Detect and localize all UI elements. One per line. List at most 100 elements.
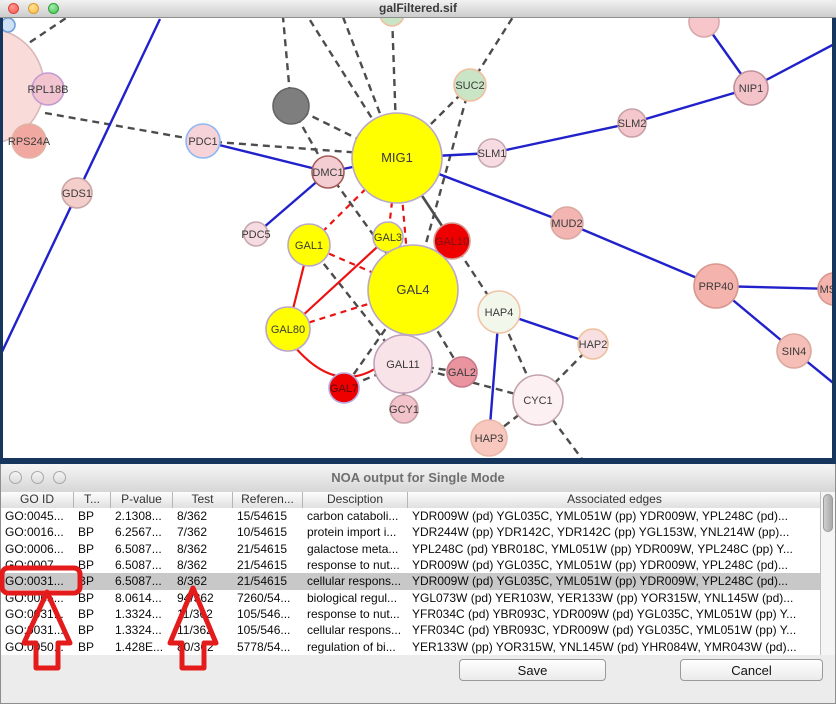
node-circle-RPL18B[interactable]: [32, 73, 64, 105]
node-circle-HAP4[interactable]: [478, 291, 520, 333]
cell: response to nut...: [303, 606, 408, 622]
cell: 21/54615: [233, 573, 303, 589]
cancel-button[interactable]: Cancel: [680, 659, 823, 681]
column-header-pvalue[interactable]: P-value: [111, 492, 173, 508]
node-circle-GAL4[interactable]: [368, 245, 458, 335]
node-GAL7[interactable]: GAL7: [329, 373, 359, 403]
node-circle-MUD2[interactable]: [551, 207, 583, 239]
node-circle-NIP1[interactable]: [734, 71, 768, 105]
node-circle-PDC1[interactable]: [186, 124, 220, 158]
cell: YPL248C (pd) YBR018C, YML051W (pp) YDR00…: [408, 541, 822, 557]
column-header-associatededges[interactable]: Associated edges: [408, 492, 822, 508]
node-circle-SIN4[interactable]: [777, 334, 811, 368]
network-canvas[interactable]: RPL18BRPS24AGDS1PDC1DMC1MIG1SUC2SLM1SLM2…: [3, 18, 832, 458]
node-pink-top[interactable]: [689, 18, 719, 37]
node-circle-GAL2[interactable]: [447, 357, 477, 387]
noa-window-title: NOA output for Single Mode: [1, 464, 835, 492]
table-row-7[interactable]: GO:0031...BP1.3324...11/362105/546...res…: [1, 606, 822, 622]
node-circle-RPS24A[interactable]: [12, 124, 46, 158]
node-circle-green-top[interactable]: [380, 18, 404, 26]
node-GAL2[interactable]: GAL2: [447, 357, 477, 387]
column-header-desciption[interactable]: Desciption: [303, 492, 408, 508]
node-PRP40[interactable]: PRP40: [694, 264, 738, 308]
cell: 8/362: [173, 557, 233, 573]
node-CYC1[interactable]: CYC1: [513, 375, 563, 425]
node-circle-PDC5[interactable]: [244, 222, 268, 246]
vertical-scrollbar[interactable]: [820, 492, 835, 655]
node-SLM2[interactable]: SLM2: [618, 109, 647, 137]
node-NIP1[interactable]: NIP1: [734, 71, 768, 105]
node-circle-pink-top[interactable]: [689, 18, 719, 37]
node-blue-frag[interactable]: [3, 18, 15, 32]
node-green-top[interactable]: [380, 18, 404, 26]
column-header-referen[interactable]: Referen...: [233, 492, 303, 508]
node-circle-GAL1[interactable]: [288, 224, 330, 266]
node-circle-SLM2[interactable]: [618, 109, 646, 137]
network-frame: RPL18BRPS24AGDS1PDC1DMC1MIG1SUC2SLM1SLM2…: [0, 18, 836, 464]
node-circle-MIG1[interactable]: [352, 113, 442, 203]
node-GCY1[interactable]: GCY1: [389, 395, 419, 423]
table-row-4[interactable]: GO:0007...BP6.5087...8/36221/54615respon…: [1, 557, 822, 573]
node-GAL1[interactable]: GAL1: [288, 224, 330, 266]
node-circle-GAL11[interactable]: [374, 335, 432, 393]
network-edge[interactable]: [20, 18, 72, 49]
cell: YDR009W (pd) YGL035C, YML051W (pp) YDR00…: [408, 573, 822, 589]
cell: 21/54615: [233, 557, 303, 573]
cell: 10/54615: [233, 524, 303, 540]
node-circle-HAP3[interactable]: [471, 420, 507, 456]
node-circle-GAL7[interactable]: [329, 373, 359, 403]
cell: GO:0050...: [1, 639, 74, 655]
table-row-2[interactable]: GO:0016...BP6.2567...7/36210/54615protei…: [1, 524, 822, 540]
cell: YER133W (pp) YOR315W, YNL145W (pd) YHR08…: [408, 639, 822, 655]
node-HAP2[interactable]: HAP2: [578, 329, 608, 359]
node-circle-PRP40[interactable]: [694, 264, 738, 308]
cell: GO:0016...: [1, 524, 74, 540]
node-circle-GCY1[interactable]: [390, 395, 418, 423]
node-SIN4[interactable]: SIN4: [777, 334, 811, 368]
node-HAP4[interactable]: HAP4: [478, 291, 520, 333]
table-row-1[interactable]: GO:0045...BP2.1308...8/36215/54615carbon…: [1, 508, 822, 524]
node-circle-gray-node[interactable]: [273, 88, 309, 124]
cell: 11/362: [173, 606, 233, 622]
table-row-5[interactable]: GO:0031...BP6.5087...8/36221/54615cellul…: [1, 573, 822, 589]
node-HAP3[interactable]: HAP3: [471, 420, 507, 456]
node-circle-SLM1[interactable]: [478, 139, 506, 167]
network-edge[interactable]: [45, 113, 203, 141]
node-SLM1[interactable]: SLM1: [478, 139, 507, 167]
node-circle-MSL1[interactable]: [818, 273, 832, 305]
network-edge[interactable]: [492, 123, 632, 153]
scrollbar-thumb[interactable]: [823, 494, 833, 532]
node-MIG1[interactable]: MIG1: [352, 113, 442, 203]
node-circle-HAP2[interactable]: [578, 329, 608, 359]
node-GAL4[interactable]: GAL4: [368, 245, 458, 335]
network-edge[interactable]: [567, 223, 716, 286]
column-header-goid[interactable]: GO ID: [1, 492, 74, 508]
table-row-8[interactable]: GO:0031...BP1.3324...11/362105/546...cel…: [1, 622, 822, 638]
node-SUC2[interactable]: SUC2: [454, 69, 486, 101]
node-GAL80[interactable]: GAL80: [266, 307, 310, 351]
node-MSL1[interactable]: MSL1: [818, 273, 832, 305]
network-edge[interactable]: [632, 88, 751, 123]
node-GDS1[interactable]: GDS1: [62, 178, 92, 208]
node-GAL11[interactable]: GAL11: [374, 335, 432, 393]
node-MUD2[interactable]: MUD2: [551, 207, 583, 239]
node-gray-node[interactable]: [273, 88, 309, 124]
node-DMC1[interactable]: DMC1: [312, 156, 344, 188]
cell: BP: [74, 639, 111, 655]
table-row-3[interactable]: GO:0006...BP6.5087...8/36221/54615galact…: [1, 541, 822, 557]
table-row-9[interactable]: GO:0050...BP1.428E...80/3625778/54...reg…: [1, 639, 822, 655]
node-circle-CYC1[interactable]: [513, 375, 563, 425]
cell: 21/54615: [233, 541, 303, 557]
column-header-t[interactable]: T...: [74, 492, 111, 508]
column-header-test[interactable]: Test: [173, 492, 233, 508]
cell: 94/362: [173, 590, 233, 606]
table-row-6[interactable]: GO:0065...BP8.0614...94/3627260/54...bio…: [1, 590, 822, 606]
network-graph[interactable]: RPL18BRPS24AGDS1PDC1DMC1MIG1SUC2SLM1SLM2…: [3, 18, 832, 458]
node-circle-GDS1[interactable]: [62, 178, 92, 208]
node-circle-blue-frag[interactable]: [3, 18, 15, 32]
node-circle-SUC2[interactable]: [454, 69, 486, 101]
node-circle-GAL80[interactable]: [266, 307, 310, 351]
save-button[interactable]: Save: [459, 659, 606, 681]
node-PDC1[interactable]: PDC1: [186, 124, 220, 158]
node-circle-DMC1[interactable]: [312, 156, 344, 188]
